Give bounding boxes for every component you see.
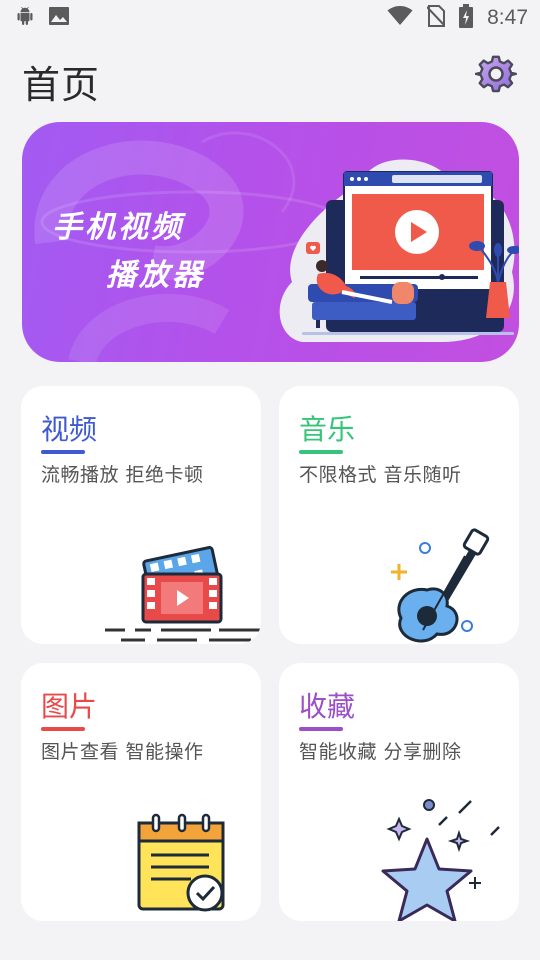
card-favorites-title: 收藏: [299, 690, 356, 723]
status-time: 8:47: [487, 6, 528, 29]
card-favorites-underline: [299, 727, 343, 731]
status-bar: 8:47: [0, 0, 540, 36]
status-bar-right: 8:47: [387, 4, 528, 32]
no-sim-icon: [426, 5, 446, 31]
settings-button[interactable]: [472, 52, 520, 100]
card-pictures[interactable]: 图片 图片查看 智能操作: [21, 663, 261, 921]
card-video-underline: [41, 450, 85, 454]
banner[interactable]: 手机视频 播放器: [22, 122, 519, 362]
card-pictures-underline: [41, 727, 85, 731]
card-favorites[interactable]: 收藏 智能收藏 分享删除: [279, 663, 519, 921]
wifi-icon: [387, 6, 413, 30]
android-icon: [16, 7, 34, 29]
card-music[interactable]: 音乐 不限格式 音乐随听: [279, 386, 519, 644]
page-title: 首页: [22, 63, 101, 107]
banner-illustration: [279, 159, 519, 342]
star-icon: [381, 799, 500, 921]
card-video-title: 视频: [41, 413, 98, 446]
battery-icon: [459, 4, 474, 32]
card-pictures-subtitle: 图片查看 智能操作: [41, 741, 204, 763]
image-icon: [48, 6, 70, 30]
card-video-subtitle: 流畅播放 拒绝卡顿: [41, 464, 204, 486]
header: 首页: [0, 36, 540, 122]
guitar-icon: [391, 528, 490, 643]
card-favorites-subtitle: 智能收藏 分享删除: [299, 741, 462, 763]
card-music-underline: [299, 450, 343, 454]
banner-title-line1: 手机视频: [52, 210, 184, 245]
card-music-title: 音乐: [299, 413, 356, 446]
video-film-icon: [105, 546, 261, 642]
status-bar-left: [16, 6, 70, 30]
card-pictures-title: 图片: [41, 690, 98, 723]
notepad-icon: [137, 813, 225, 912]
gear-icon: [474, 53, 518, 99]
banner-title-line2: 播放器: [106, 258, 205, 293]
card-video[interactable]: 视频 流畅播放 拒绝卡顿: [21, 386, 261, 644]
card-music-subtitle: 不限格式 音乐随听: [299, 464, 462, 486]
